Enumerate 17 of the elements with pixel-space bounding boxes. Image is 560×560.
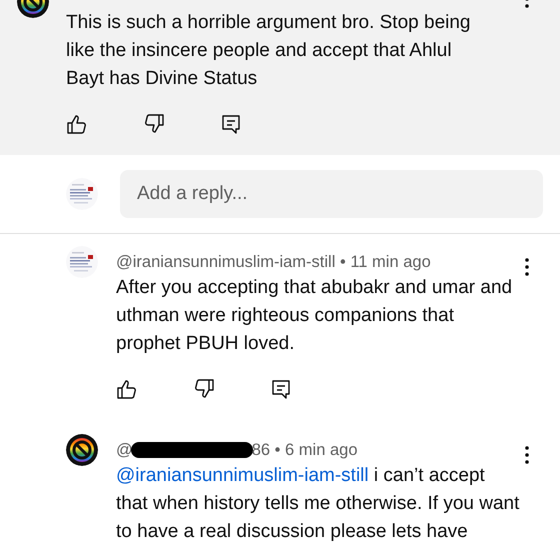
like-icon[interactable] [116, 378, 138, 400]
comment-meta: @ [116, 440, 133, 460]
reply-field[interactable]: Add a reply... [120, 170, 543, 218]
reply-icon[interactable] [270, 378, 292, 400]
reply-icon[interactable] [220, 113, 242, 135]
comment-text: @iraniansunnimuslim-iam-still i can’t accept that when history tells me otherwise. If you want to have a real discussion please lets have [116, 464, 520, 544]
mention-link[interactable]: @iraniansunnimuslim-iam-still [116, 465, 369, 486]
comment-meta: 86 • 6 min ago [252, 440, 358, 460]
more-options-icon[interactable] [525, 446, 529, 464]
comment-text: After you accepting that abubakr and umar and uthman were righteous companions that prophet PBUH loved. [116, 276, 514, 356]
dislike-icon[interactable] [143, 113, 165, 135]
like-icon[interactable] [66, 113, 88, 135]
comment-meta: @iraniansunnimuslim-iam-still • 11 min ago [116, 252, 431, 272]
avatar [66, 434, 98, 466]
more-options-icon[interactable] [525, 258, 529, 276]
comment-text: This is such a horrible argument bro. Stop being like the insincere people and accept that Ahlul Bayt has Divine Status [66, 11, 472, 91]
dislike-icon[interactable] [193, 378, 215, 400]
